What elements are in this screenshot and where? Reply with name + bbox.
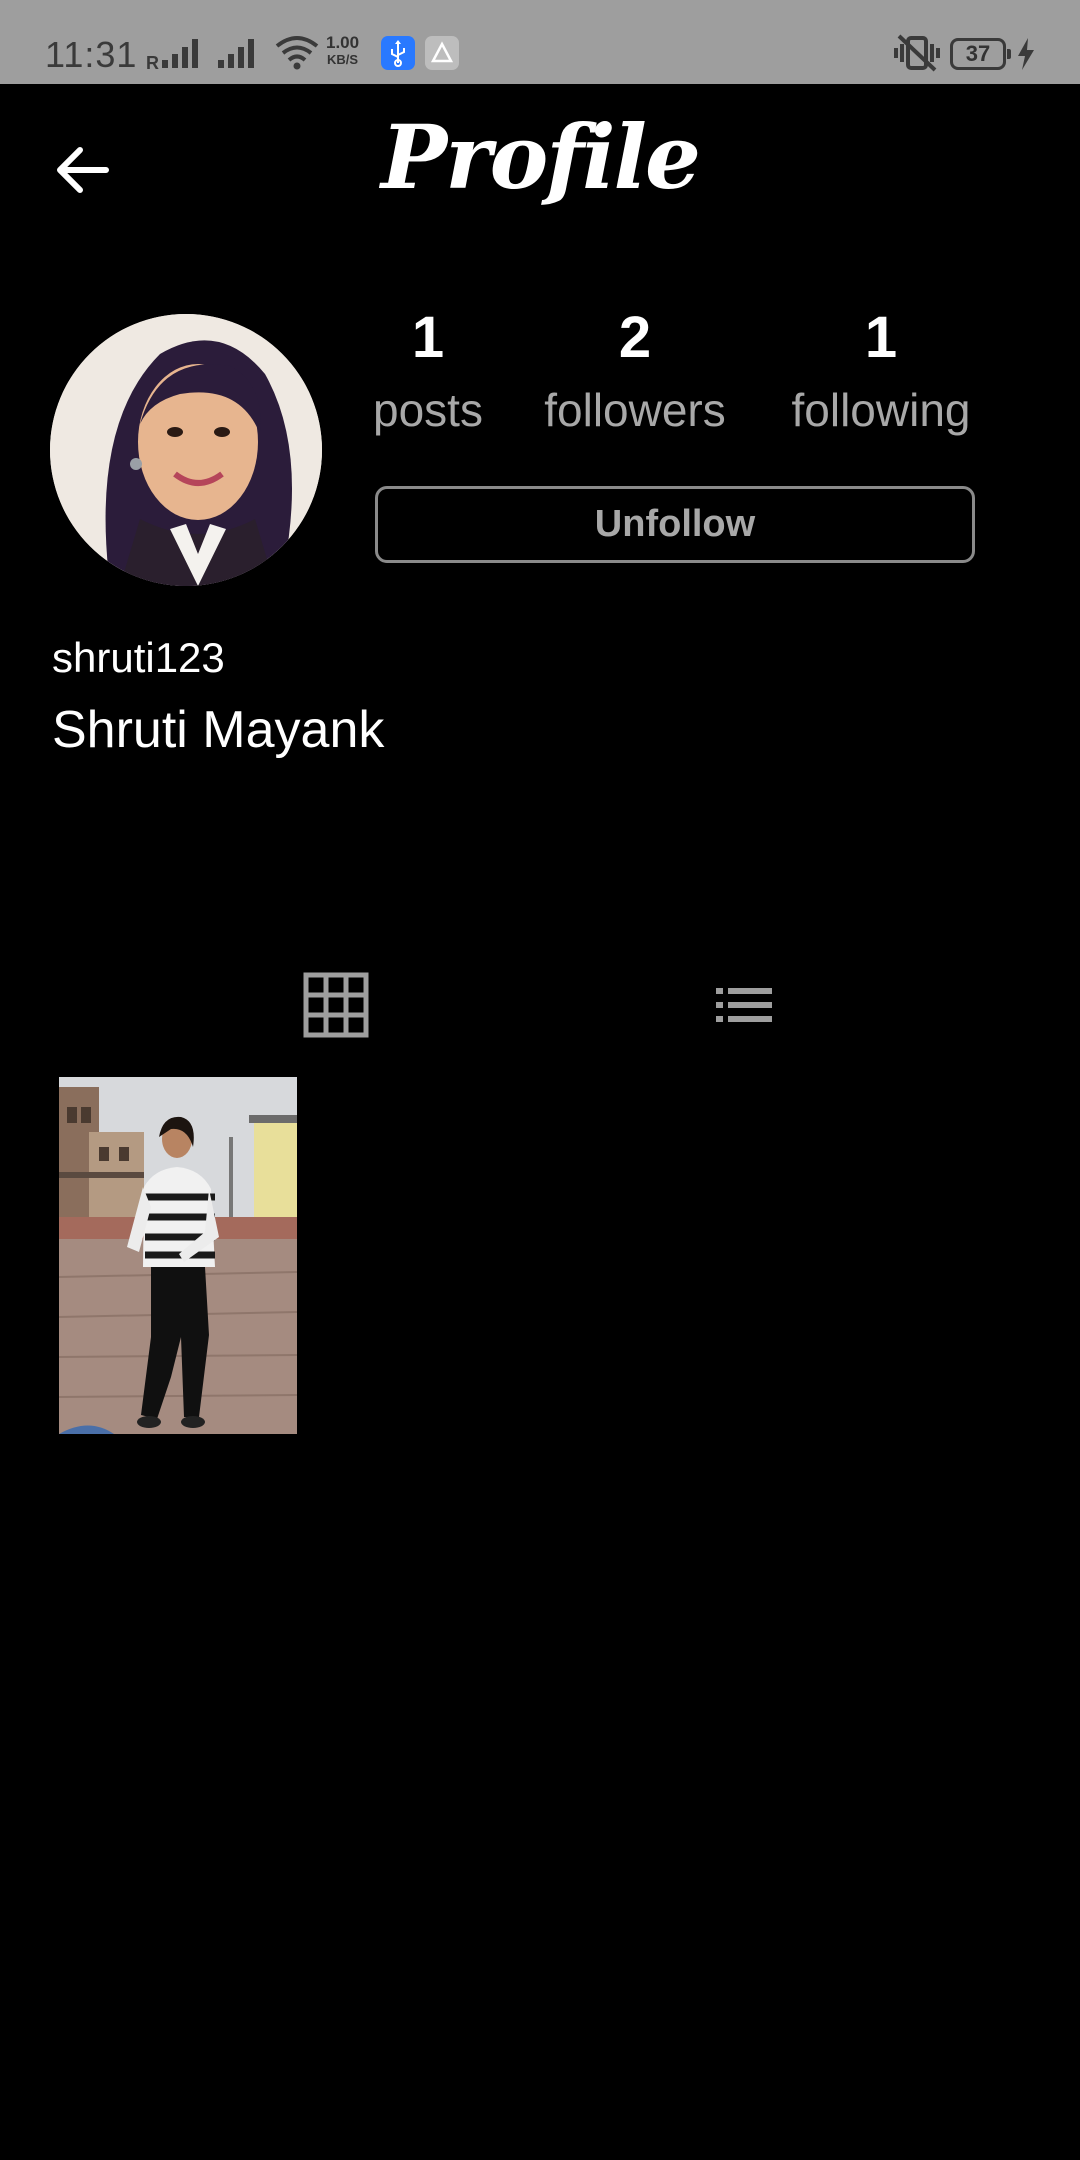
post-thumbnail[interactable] xyxy=(59,1077,297,1434)
battery-icon: 37 xyxy=(950,38,1011,70)
tab-grid[interactable] xyxy=(301,970,371,1040)
status-time: 11:31 xyxy=(45,34,138,75)
signal-icon xyxy=(218,39,254,68)
following-count: 1 xyxy=(864,305,898,370)
posts-stat[interactable]: 1 posts xyxy=(362,302,494,440)
posts-label: posts xyxy=(373,384,483,436)
usb-icon xyxy=(381,36,415,70)
grid-icon xyxy=(303,972,369,1038)
posts-count: 1 xyxy=(411,305,445,370)
username: shruti123 xyxy=(52,634,225,681)
avatar xyxy=(50,314,322,586)
following-label: following xyxy=(791,384,971,436)
page-title: Profile xyxy=(381,105,701,209)
vibrate-icon xyxy=(894,34,940,72)
status-bar: 11:31 R 1.00 KB/S 37 xyxy=(0,0,1080,84)
full-name: Shruti Mayank xyxy=(52,701,385,759)
svg-text:R: R xyxy=(146,53,159,70)
followers-label: followers xyxy=(544,384,726,436)
charging-icon xyxy=(1018,38,1034,70)
unfollow-button[interactable]: Unfollow xyxy=(375,486,975,563)
signal-icon: R xyxy=(146,39,198,70)
list-icon xyxy=(716,988,772,1022)
tab-list[interactable] xyxy=(708,970,778,1040)
wifi-icon xyxy=(275,36,319,70)
followers-count: 2 xyxy=(618,305,652,370)
network-speed: 1.00 KB/S xyxy=(326,33,360,67)
app-notification-icon xyxy=(425,36,459,70)
followers-stat[interactable]: 2 followers xyxy=(530,302,740,440)
following-stat[interactable]: 1 following xyxy=(778,302,984,440)
